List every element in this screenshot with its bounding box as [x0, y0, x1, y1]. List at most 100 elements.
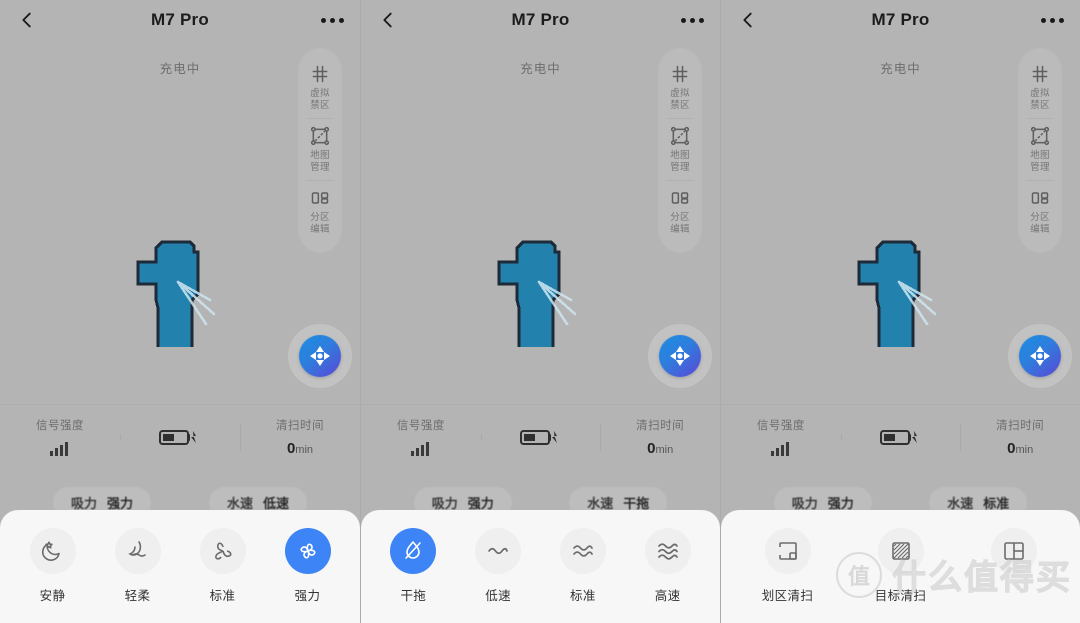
- zone-edit-icon: [1031, 192, 1049, 204]
- rail-label-line1: 虚拟: [670, 88, 690, 99]
- rail-label-line1: 地图: [310, 150, 330, 161]
- suction-options-sheet: 安静 轻柔 标准 强力: [0, 510, 360, 623]
- zone-edit-icon: [311, 192, 329, 204]
- rail-item-no-go-zone[interactable]: 虚拟 禁区: [299, 57, 341, 118]
- no-go-zone-icon: [672, 65, 688, 83]
- back-icon[interactable]: [377, 9, 399, 31]
- stat-battery: [480, 428, 601, 446]
- rail-item-map-manage[interactable]: 地图 管理: [1019, 119, 1061, 180]
- floor-map: [136, 240, 216, 347]
- map-tools-rail: 虚拟 禁区 地图 管理 分区 编辑: [658, 48, 702, 253]
- rail-item-zone-edit[interactable]: 分区 编辑: [659, 181, 701, 242]
- wave-single-icon: [488, 547, 508, 555]
- app-screen-3: M7 Pro 充电中 虚拟 禁区 地图 管理 分区 编辑 信号强度 清扫时间 0…: [720, 0, 1080, 623]
- stat-battery: [120, 428, 240, 446]
- room-split-icon: [1003, 542, 1024, 560]
- option-label: 安静: [39, 589, 66, 603]
- option-dry-mop[interactable]: 干拖: [371, 528, 456, 604]
- status-stats-bar: 信号强度 清扫时间 0min: [361, 404, 720, 468]
- app-screen-2: M7 Pro 充电中 虚拟 禁区 地图 管理 分区 编辑 信号强度 清扫时间 0…: [360, 0, 720, 623]
- rail-label-line2: 禁区: [1030, 100, 1050, 111]
- rail-label-line1: 虚拟: [310, 88, 330, 99]
- clean-time-unit: min: [655, 443, 674, 456]
- battery-charging-icon: [841, 428, 961, 446]
- option-quiet[interactable]: 安静: [10, 528, 95, 604]
- option-standard[interactable]: 标准: [180, 528, 265, 604]
- option-low-water[interactable]: 低速: [456, 528, 541, 604]
- status-stats-bar: 信号强度 清扫时间 0min: [0, 404, 360, 468]
- pinwheel-icon: [299, 543, 316, 559]
- option-label: 低速: [485, 589, 512, 603]
- remote-control-button[interactable]: [1008, 324, 1072, 388]
- clean-mode-options-sheet: 划区清扫 目标清扫: [721, 510, 1080, 623]
- rail-label-line1: 虚拟: [1030, 88, 1050, 99]
- option-icon-wrap: [29, 528, 76, 574]
- map-tools-rail: 虚拟 禁区 地图 管理 分区 编辑: [1018, 48, 1062, 253]
- stat-clean-time: 清扫时间 0min: [960, 417, 1080, 457]
- remote-control-button[interactable]: [648, 324, 712, 388]
- water-level-options-sheet: 干拖 低速 标准 高速: [361, 510, 720, 623]
- option-room-clean[interactable]: [957, 528, 1070, 585]
- app-header: M7 Pro: [721, 0, 1080, 40]
- zone-edit-icon: [671, 192, 689, 204]
- option-icon-wrap: [644, 528, 691, 574]
- option-label: 目标清扫: [874, 589, 927, 603]
- option-label: 轻柔: [124, 589, 151, 603]
- app-header: M7 Pro: [361, 0, 720, 40]
- floor-map: [857, 240, 937, 347]
- rail-item-map-manage[interactable]: 地图 管理: [299, 119, 341, 180]
- option-label: 标准: [569, 589, 596, 603]
- option-zone-clean[interactable]: 划区清扫: [731, 528, 844, 604]
- more-options-icon[interactable]: [1041, 17, 1064, 23]
- option-icon-wrap-selected: [390, 528, 437, 574]
- option-high-water[interactable]: 高速: [625, 528, 710, 604]
- map-manage-icon: [670, 126, 690, 146]
- back-icon[interactable]: [16, 9, 38, 31]
- stat-battery: [840, 428, 961, 446]
- battery-charging-icon: [120, 428, 240, 446]
- more-options-icon[interactable]: [321, 17, 344, 23]
- battery-charging-icon: [481, 428, 601, 446]
- rail-label-line1: 地图: [1030, 150, 1050, 161]
- stat-value: 0min: [600, 440, 720, 457]
- stat-clean-time: 清扫时间 0min: [600, 417, 720, 457]
- option-icon-wrap: [764, 528, 811, 574]
- rail-label-line2: 编辑: [670, 224, 690, 235]
- back-icon[interactable]: [737, 9, 759, 31]
- option-icon-wrap: [475, 528, 522, 574]
- page-title: M7 Pro: [871, 10, 930, 29]
- rail-item-zone-edit[interactable]: 分区 编辑: [299, 181, 341, 242]
- rail-label-line1: 地图: [670, 150, 690, 161]
- stat-value: 0min: [240, 440, 360, 457]
- map-manage-icon: [1030, 126, 1050, 146]
- dpad-remote-icon: [659, 335, 701, 377]
- option-label: 高速: [654, 589, 681, 603]
- remote-control-button[interactable]: [288, 324, 352, 388]
- feather-wave-icon: [127, 541, 146, 557]
- wave-double-icon: [573, 545, 593, 557]
- dpad-remote-icon: [299, 335, 341, 377]
- rail-item-no-go-zone[interactable]: 虚拟 禁区: [659, 57, 701, 118]
- stat-label: 清扫时间: [636, 419, 685, 432]
- screenshot-root: M7 Pro 充电中 虚拟 禁区 地图 管理 分区 编辑 信号强度 清扫时间 0…: [0, 0, 1080, 623]
- stat-signal: 信号强度: [721, 417, 841, 457]
- rail-label-line2: 编辑: [310, 224, 330, 235]
- rail-item-map-manage[interactable]: 地图 管理: [659, 119, 701, 180]
- option-gentle[interactable]: 轻柔: [95, 528, 180, 604]
- rail-item-zone-edit[interactable]: 分区 编辑: [1019, 181, 1061, 242]
- rail-item-no-go-zone[interactable]: 虚拟 禁区: [1019, 57, 1061, 118]
- option-standard-water[interactable]: 标准: [541, 528, 626, 604]
- more-options-icon[interactable]: [681, 17, 704, 23]
- clean-time-unit: min: [1015, 443, 1034, 456]
- wave-triple-icon: [657, 543, 678, 560]
- option-turbo[interactable]: 强力: [265, 528, 350, 604]
- no-go-zone-icon: [312, 65, 328, 83]
- option-icon-wrap: [877, 528, 924, 574]
- option-icon-wrap: [990, 528, 1037, 574]
- option-target-clean[interactable]: 目标清扫: [844, 528, 957, 604]
- stat-signal: 信号强度: [361, 417, 481, 457]
- signal-bars-icon: [361, 439, 481, 457]
- fan-blade-icon: [214, 542, 232, 560]
- rail-label-line2: 禁区: [670, 100, 690, 111]
- rail-label-line2: 管理: [310, 162, 330, 173]
